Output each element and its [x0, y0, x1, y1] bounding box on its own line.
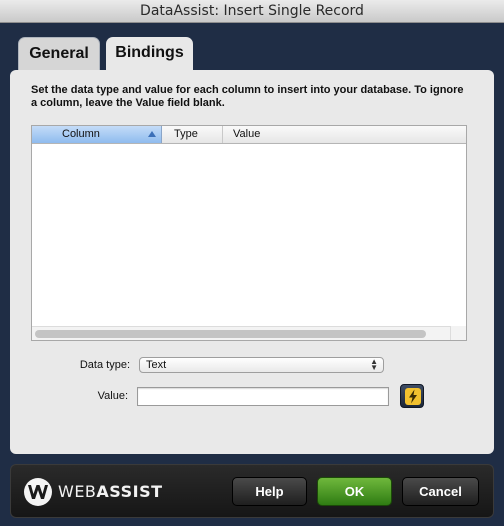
dynamic-data-button[interactable]	[400, 384, 424, 408]
webassist-logo-text: WEBASSIST	[58, 482, 163, 502]
scrollbar-thumb[interactable]	[35, 330, 426, 338]
value-label: Value:	[97, 390, 128, 402]
logo-web-text: WEB	[58, 482, 97, 501]
instructions-text: Set the data type and value for each col…	[31, 84, 464, 109]
window-title: DataAssist: Insert Single Record	[0, 0, 504, 23]
logo-assist-text: ASSIST	[96, 482, 163, 501]
column-header-column[interactable]: Column	[32, 126, 162, 143]
column-header-label: Column	[62, 128, 100, 140]
column-header-value[interactable]: Value	[224, 126, 466, 143]
webassist-logo-icon	[24, 478, 52, 506]
scrollbar-corner	[450, 326, 466, 340]
select-arrows-icon: ▲ ▼	[370, 357, 378, 372]
data-type-label: Data type:	[79, 359, 130, 371]
help-button[interactable]: Help	[232, 477, 307, 506]
data-type-select[interactable]: Text ▲ ▼	[139, 357, 384, 373]
grid-header: Column Type Value	[32, 126, 466, 144]
data-type-selected-value: Text	[146, 359, 167, 371]
footer-bar: WEBASSIST Help OK Cancel	[10, 464, 494, 518]
tab-bindings[interactable]: Bindings	[106, 37, 193, 73]
lightning-bolt-icon	[405, 388, 421, 405]
horizontal-scrollbar[interactable]	[32, 326, 466, 340]
sort-ascending-icon	[148, 131, 156, 137]
tab-general[interactable]: General	[18, 37, 100, 71]
ok-button[interactable]: OK	[317, 477, 392, 506]
columns-grid[interactable]: Column Type Value	[31, 125, 467, 341]
cancel-button[interactable]: Cancel	[402, 477, 479, 506]
value-input[interactable]	[137, 387, 389, 406]
column-header-type[interactable]: Type	[163, 126, 223, 143]
